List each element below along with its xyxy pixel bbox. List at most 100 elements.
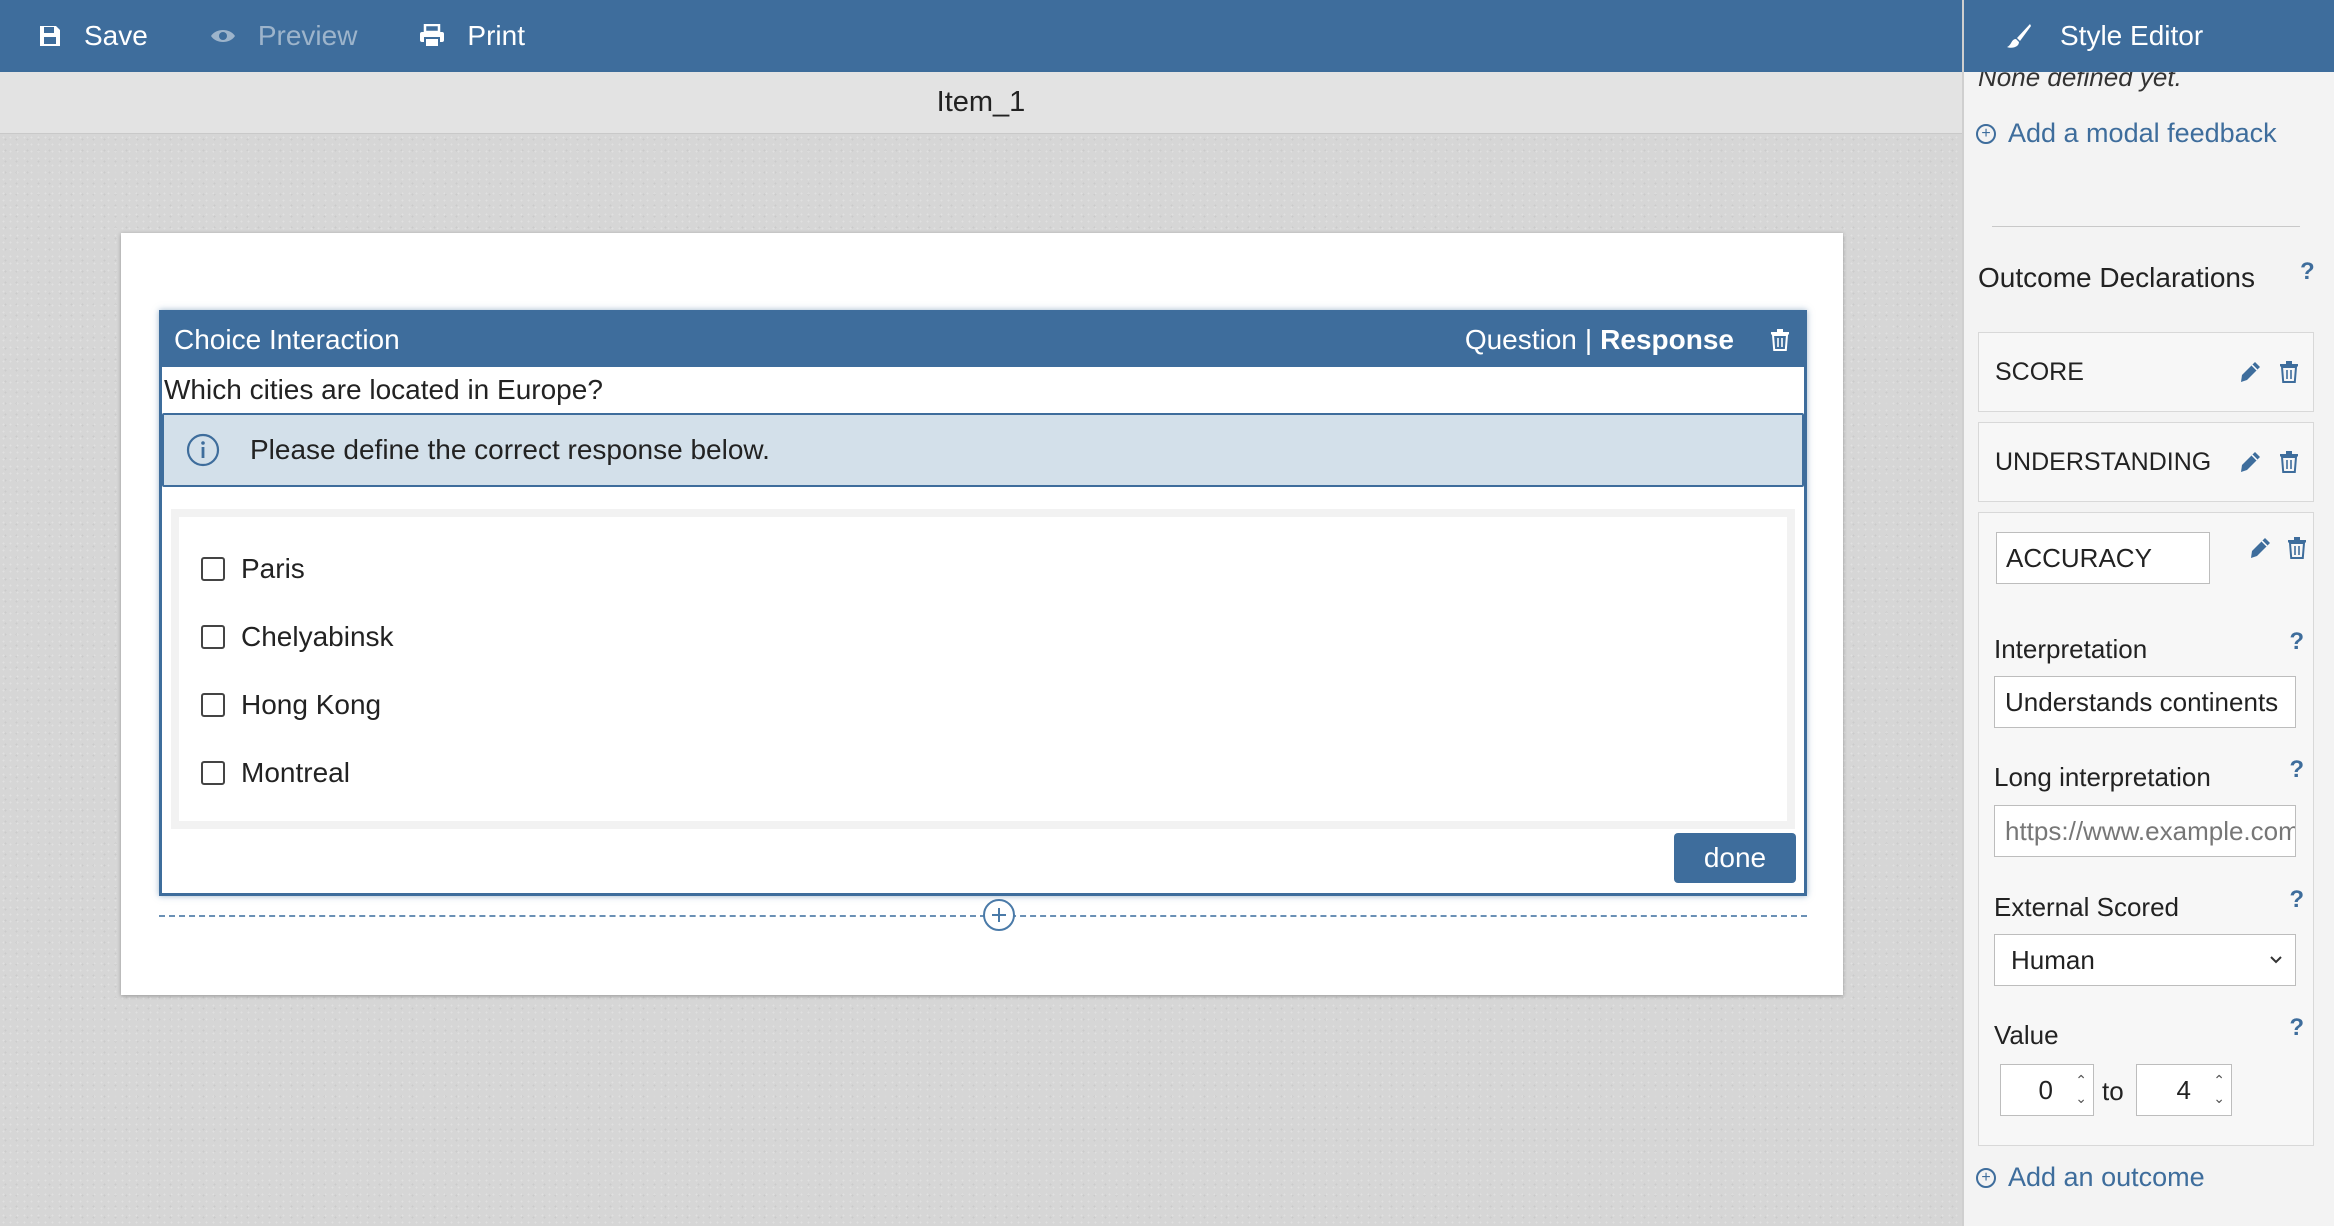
choice-interaction[interactable]: Choice Interaction Question | Response W… — [159, 310, 1807, 896]
add-modal-feedback-link[interactable]: + Add a modal feedback — [1976, 118, 2277, 149]
main-toolbar: Save Preview Print — [0, 0, 1962, 72]
interpretation-input[interactable]: Understands continents — [1994, 676, 2296, 728]
item-title: Item_1 — [936, 86, 1026, 118]
preview-button[interactable]: Preview — [210, 20, 358, 51]
interaction-title: Choice Interaction — [174, 324, 400, 355]
choice-checkbox[interactable] — [201, 557, 225, 581]
choice-label: Chelyabinsk — [241, 621, 394, 652]
outcome-card-understanding: UNDERSTANDING — [1978, 422, 2314, 502]
pencil-icon — [2241, 362, 2260, 382]
value-min-input[interactable]: 0 ⌃ ⌄ — [2000, 1064, 2094, 1116]
long-interpretation-input[interactable]: https://www.example.com — [1994, 805, 2296, 857]
tab-separator: | — [1584, 324, 1593, 355]
help-icon[interactable]: ? — [2300, 258, 2315, 286]
long-interpretation-label: Long interpretation — [1994, 762, 2211, 792]
choice-list-container: Paris Chelyabinsk Hong Kong Montreal — [171, 509, 1795, 829]
item-title-bar: Item_1 — [0, 72, 1962, 134]
help-icon[interactable]: ? — [2289, 886, 2304, 914]
delete-outcome-button[interactable] — [2279, 361, 2299, 383]
chevron-up-icon[interactable]: ⌃ — [2213, 1071, 2225, 1089]
choice-option[interactable]: Montreal — [201, 739, 1765, 807]
plus-icon — [992, 908, 1006, 922]
delete-outcome-button[interactable] — [2279, 451, 2299, 473]
trash-icon — [1771, 329, 1789, 351]
help-icon[interactable]: ? — [2289, 628, 2304, 656]
value-range-separator: to — [2102, 1076, 2124, 1106]
choice-checkbox[interactable] — [201, 625, 225, 649]
trash-icon — [2288, 537, 2306, 559]
interpretation-label: Interpretation — [1994, 634, 2148, 664]
chevron-down-icon[interactable]: ⌄ — [2213, 1089, 2225, 1107]
value-label: Value — [1994, 1020, 2059, 1050]
style-editor-header[interactable]: Style Editor — [1964, 0, 2334, 72]
pencil-icon — [2251, 538, 2270, 558]
interaction-prompt[interactable]: Which cities are located in Europe? — [162, 367, 1804, 413]
add-block-button[interactable] — [983, 899, 1015, 931]
eye-icon — [210, 30, 235, 42]
outcome-identifier-input[interactable]: ACCURACY — [1996, 532, 2210, 584]
trash-icon — [2280, 451, 2298, 473]
plus-circle-icon: + — [1976, 123, 1996, 144]
outcome-card-score: SCORE — [1978, 332, 2314, 412]
info-icon — [186, 433, 220, 467]
choice-option[interactable]: Hong Kong — [201, 671, 1765, 739]
response-info-message: Please define the correct response below… — [162, 413, 1804, 487]
chevron-down-icon[interactable]: ⌄ — [2075, 1089, 2087, 1107]
choice-checkbox[interactable] — [201, 761, 225, 785]
outcome-actions — [2221, 361, 2299, 383]
value-max-stepper[interactable]: ⌃ ⌄ — [2213, 1071, 2225, 1107]
add-outcome-label: Add an outcome — [2008, 1162, 2205, 1192]
outcome-name: UNDERSTANDING — [1995, 447, 2212, 476]
section-divider — [1992, 226, 2300, 227]
help-icon[interactable]: ? — [2289, 1014, 2304, 1042]
help-icon[interactable]: ? — [2289, 756, 2304, 784]
delete-outcome-button[interactable] — [2287, 537, 2307, 559]
item-canvas: Choice Interaction Question | Response W… — [0, 134, 1962, 1226]
chevron-up-icon[interactable]: ⌃ — [2075, 1071, 2087, 1089]
tab-response[interactable]: Response — [1600, 324, 1734, 356]
add-modal-feedback-label: Add a modal feedback — [2008, 118, 2277, 148]
choice-option[interactable]: Chelyabinsk — [201, 603, 1765, 671]
outcome-actions — [2221, 451, 2299, 473]
choice-checkbox[interactable] — [201, 693, 225, 717]
outcome-declarations-title: Outcome Declarations — [1978, 262, 2256, 293]
external-scored-label: External Scored — [1994, 892, 2179, 922]
save-button[interactable]: Save — [38, 22, 148, 50]
choice-label: Montreal — [241, 757, 350, 788]
preview-label: Preview — [257, 20, 358, 51]
edit-outcome-button[interactable] — [2249, 537, 2271, 559]
outcome-name: SCORE — [1995, 357, 2084, 386]
item-body: Choice Interaction Question | Response W… — [121, 233, 1843, 995]
interaction-mode-tabs: Question | Response — [1465, 324, 1734, 356]
interaction-header: Choice Interaction Question | Response — [162, 313, 1804, 367]
printer-icon — [420, 24, 445, 48]
value-max-input[interactable]: 4 ⌃ ⌄ — [2136, 1064, 2232, 1116]
brush-icon — [2007, 24, 2031, 48]
choice-option[interactable]: Paris — [201, 535, 1765, 603]
save-label: Save — [84, 20, 148, 51]
choice-label: Paris — [241, 553, 305, 584]
edit-outcome-button[interactable] — [2239, 361, 2261, 383]
print-button[interactable]: Print — [419, 22, 525, 50]
outcome-row: UNDERSTANDING — [1979, 423, 2313, 501]
tab-question[interactable]: Question — [1465, 324, 1577, 356]
pencil-icon — [2241, 452, 2260, 472]
external-scored-select[interactable]: Human — [1994, 934, 2296, 986]
properties-panel: Style Editor None defined yet. + Add a m… — [1962, 0, 2334, 1226]
value-min: 0 — [2038, 1074, 2053, 1105]
edit-outcome-button[interactable] — [2239, 451, 2261, 473]
style-editor-label: Style Editor — [2060, 20, 2204, 51]
chevron-down-icon — [2270, 956, 2282, 964]
done-button[interactable]: done — [1674, 833, 1796, 883]
print-label: Print — [467, 20, 525, 51]
value-max: 4 — [2176, 1074, 2191, 1105]
external-scored-value: Human — [2011, 944, 2095, 975]
value-min-stepper[interactable]: ⌃ ⌄ — [2075, 1071, 2087, 1107]
trash-icon — [2280, 361, 2298, 383]
choice-label: Hong Kong — [241, 689, 382, 720]
add-outcome-link[interactable]: + Add an outcome — [1976, 1162, 2205, 1193]
choice-list: Paris Chelyabinsk Hong Kong Montreal — [179, 517, 1787, 821]
outcome-row: SCORE — [1979, 333, 2313, 411]
delete-interaction-button[interactable] — [1770, 329, 1790, 351]
info-text: Please define the correct response below… — [250, 434, 770, 465]
